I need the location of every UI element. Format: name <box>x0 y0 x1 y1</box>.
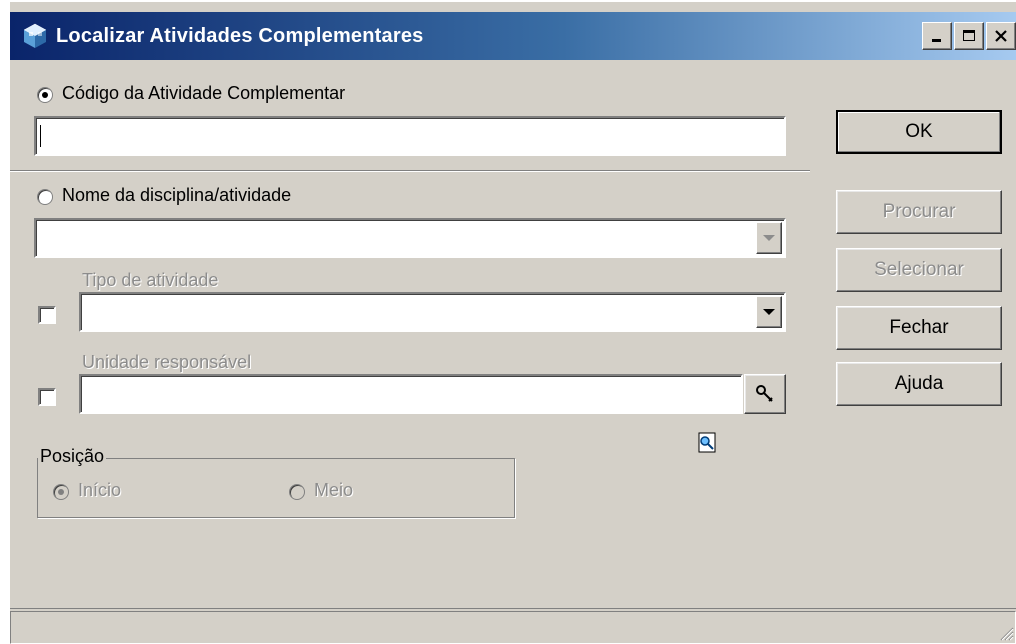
text-caret <box>40 125 41 147</box>
title-buttons <box>920 22 1016 50</box>
tipo-checkbox[interactable] <box>38 306 56 324</box>
nome-dropdown-button[interactable] <box>756 222 782 254</box>
maximize-button[interactable] <box>954 22 984 50</box>
status-bar <box>10 608 1016 644</box>
window-title: Localizar Atividades Complementares <box>56 24 424 47</box>
tipo-dropdown-button[interactable] <box>756 296 782 328</box>
unidade-label: Unidade responsável <box>82 352 252 372</box>
minimize-icon <box>932 39 941 42</box>
meio-radio[interactable] <box>289 484 305 500</box>
separator <box>10 170 810 172</box>
maximize-icon <box>963 30 975 41</box>
fechar-button-label: Fechar <box>889 317 949 338</box>
minimize-button[interactable] <box>922 22 952 50</box>
nome-combobox[interactable] <box>34 218 786 258</box>
screen-left-margin <box>0 0 8 643</box>
chevron-down-icon <box>763 235 775 241</box>
ajuda-button[interactable]: Ajuda <box>836 362 1002 406</box>
codigo-radio[interactable] <box>37 87 53 103</box>
title-bar[interactable]: Localizar Atividades Complementares <box>10 12 1016 60</box>
close-icon <box>995 30 1007 42</box>
ok-button[interactable]: OK <box>836 110 1002 154</box>
tipo-label: Tipo de atividade <box>82 270 219 290</box>
fechar-button[interactable]: Fechar <box>836 306 1002 350</box>
inicio-radio[interactable] <box>53 484 69 500</box>
key-search-icon <box>756 385 773 402</box>
codigo-label: Código da Atividade Complementar <box>62 83 346 103</box>
chevron-down-icon <box>763 309 775 315</box>
meio-label: Meio <box>314 480 354 500</box>
app-cube-icon <box>23 23 47 48</box>
nome-label: Nome da disciplina/atividade <box>62 185 292 205</box>
procurar-button-label: Procurar <box>882 201 956 222</box>
posicao-title: Posição <box>38 446 107 467</box>
nome-radio[interactable] <box>37 189 53 205</box>
unidade-search-button[interactable] <box>744 374 786 414</box>
ajuda-button-label: Ajuda <box>894 373 944 394</box>
inicio-label: Início <box>78 480 122 500</box>
unidade-input[interactable] <box>79 374 743 414</box>
unidade-checkbox[interactable] <box>38 388 56 406</box>
close-button[interactable] <box>986 22 1016 50</box>
codigo-input[interactable] <box>34 116 786 156</box>
status-panel <box>10 611 1016 644</box>
tipo-combobox[interactable] <box>79 292 786 332</box>
detail-search-icon[interactable] <box>696 432 718 454</box>
selecionar-button-label: Selecionar <box>874 259 964 280</box>
ok-button-label: OK <box>905 121 933 142</box>
resize-grip-icon[interactable] <box>996 623 1014 641</box>
procurar-button[interactable]: Procurar <box>836 190 1002 234</box>
selecionar-button[interactable]: Selecionar <box>836 248 1002 292</box>
magnifier-page-icon <box>698 432 716 453</box>
